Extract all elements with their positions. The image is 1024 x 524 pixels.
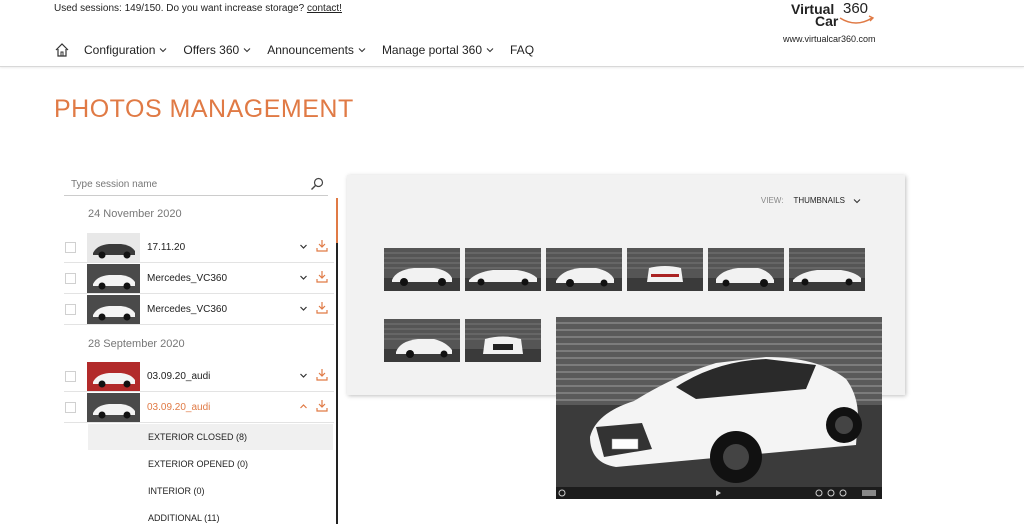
virtualcar360-logo[interactable]: Virtual Car 360 www.virtualcar360.com bbox=[780, 0, 890, 50]
session-checkbox[interactable] bbox=[65, 371, 76, 382]
photo-thumbnail[interactable] bbox=[546, 248, 622, 291]
session-checkbox[interactable] bbox=[65, 402, 76, 413]
main-nav: Configuration Offers 360 Announcements M… bbox=[54, 42, 550, 58]
photo-thumbnail[interactable] bbox=[465, 319, 541, 362]
logo-url: www.virtualcar360.com bbox=[783, 34, 876, 44]
nav-announcements[interactable]: Announcements bbox=[267, 43, 366, 57]
photo-thumbnail[interactable] bbox=[789, 248, 865, 291]
session-list: 24 November 2020 17.11.20 Mercedes_VC360… bbox=[64, 198, 338, 524]
chevron-down-icon bbox=[358, 48, 366, 53]
storage-notice-text: Used sessions: 149/150. Do you want incr… bbox=[54, 3, 305, 14]
session-thumbnail[interactable] bbox=[87, 233, 140, 262]
photo-thumbnail[interactable] bbox=[627, 248, 703, 291]
nav-faq[interactable]: FAQ bbox=[510, 43, 534, 57]
session-checkbox[interactable] bbox=[65, 304, 76, 315]
contact-link[interactable]: contact! bbox=[307, 3, 342, 14]
chevron-down-icon bbox=[243, 48, 251, 53]
photo-thumbnail[interactable] bbox=[708, 248, 784, 291]
session-thumbnail[interactable] bbox=[87, 362, 140, 391]
chevron-down-icon bbox=[160, 48, 167, 53]
session-checkbox[interactable] bbox=[65, 242, 76, 253]
session-date-header: 24 November 2020 bbox=[88, 208, 182, 220]
session-row[interactable]: Mercedes_VC360 bbox=[64, 295, 334, 325]
subfolder-exterior-closed[interactable]: EXTERIOR CLOSED (8) bbox=[88, 424, 333, 450]
session-name[interactable]: Mercedes_VC360 bbox=[147, 304, 227, 315]
search-input[interactable]: Type session name bbox=[71, 179, 157, 190]
session-list-scrollbar[interactable] bbox=[336, 198, 338, 524]
nav-manage-portal-360[interactable]: Manage portal 360 bbox=[382, 43, 494, 57]
chevron-down-icon[interactable] bbox=[853, 197, 861, 205]
chevron-up-icon[interactable] bbox=[299, 402, 308, 411]
logo-line2: Car bbox=[815, 13, 839, 29]
download-icon[interactable] bbox=[316, 399, 328, 412]
session-row[interactable]: Mercedes_VC360 bbox=[64, 264, 334, 294]
photo-thumbnail[interactable] bbox=[465, 248, 541, 291]
session-list-scroll-thumb[interactable] bbox=[336, 198, 338, 243]
chevron-down-icon[interactable] bbox=[299, 371, 308, 380]
chevron-down-icon[interactable] bbox=[299, 273, 308, 282]
chevron-down-icon bbox=[486, 48, 494, 53]
session-date-header: 28 September 2020 bbox=[88, 338, 185, 350]
subfolder-exterior-opened[interactable]: EXTERIOR OPENED (0) bbox=[88, 451, 333, 477]
session-thumbnail[interactable] bbox=[87, 264, 140, 293]
chevron-down-icon[interactable] bbox=[299, 242, 308, 251]
photo-preview[interactable] bbox=[556, 317, 882, 499]
nav-offers-360[interactable]: Offers 360 bbox=[183, 43, 251, 57]
session-row[interactable]: 03.09.20_audi bbox=[64, 362, 334, 392]
session-name[interactable]: 03.09.20_audi bbox=[147, 402, 210, 413]
view-value[interactable]: THUMBNAILS bbox=[793, 196, 845, 205]
nav-label: Announcements bbox=[267, 43, 354, 57]
nav-label: Configuration bbox=[84, 43, 156, 57]
view-selector[interactable]: VIEW: THUMBNAILS bbox=[761, 196, 861, 205]
chevron-down-icon[interactable] bbox=[299, 304, 308, 313]
nav-label: Manage portal 360 bbox=[381, 43, 483, 57]
storage-notice: Used sessions: 149/150. Do you want incr… bbox=[54, 3, 342, 14]
search-icon[interactable] bbox=[310, 177, 324, 191]
session-search[interactable]: Type session name bbox=[64, 174, 328, 196]
session-thumbnail[interactable] bbox=[87, 295, 140, 324]
photo-thumbnail[interactable] bbox=[384, 248, 460, 291]
home-icon[interactable] bbox=[54, 42, 70, 58]
download-icon[interactable] bbox=[316, 270, 328, 283]
session-thumbnail[interactable] bbox=[87, 393, 140, 422]
session-name[interactable]: Mercedes_VC360 bbox=[147, 273, 227, 284]
nav-configuration[interactable]: Configuration bbox=[84, 43, 167, 57]
session-checkbox[interactable] bbox=[65, 273, 76, 284]
download-icon[interactable] bbox=[316, 368, 328, 381]
logo-arc-icon bbox=[839, 15, 875, 24]
subfolder-additional[interactable]: ADDITIONAL (11) bbox=[88, 505, 333, 524]
nav-label: Offers 360 bbox=[183, 43, 240, 57]
download-icon[interactable] bbox=[316, 239, 328, 252]
session-name[interactable]: 17.11.20 bbox=[147, 242, 185, 253]
nav-label: FAQ bbox=[510, 43, 535, 57]
page-title: PHOTOS MANAGEMENT bbox=[54, 95, 354, 123]
download-icon[interactable] bbox=[316, 301, 328, 314]
view-label: VIEW: bbox=[760, 196, 784, 205]
subfolder-interior[interactable]: INTERIOR (0) bbox=[88, 478, 333, 504]
session-row[interactable]: 17.11.20 bbox=[64, 233, 334, 263]
session-row-expanded[interactable]: 03.09.20_audi bbox=[64, 393, 334, 423]
top-bar: Used sessions: 149/150. Do you want incr… bbox=[0, 0, 1024, 67]
photo-thumbnail[interactable] bbox=[384, 319, 460, 362]
session-name[interactable]: 03.09.20_audi bbox=[147, 371, 210, 382]
